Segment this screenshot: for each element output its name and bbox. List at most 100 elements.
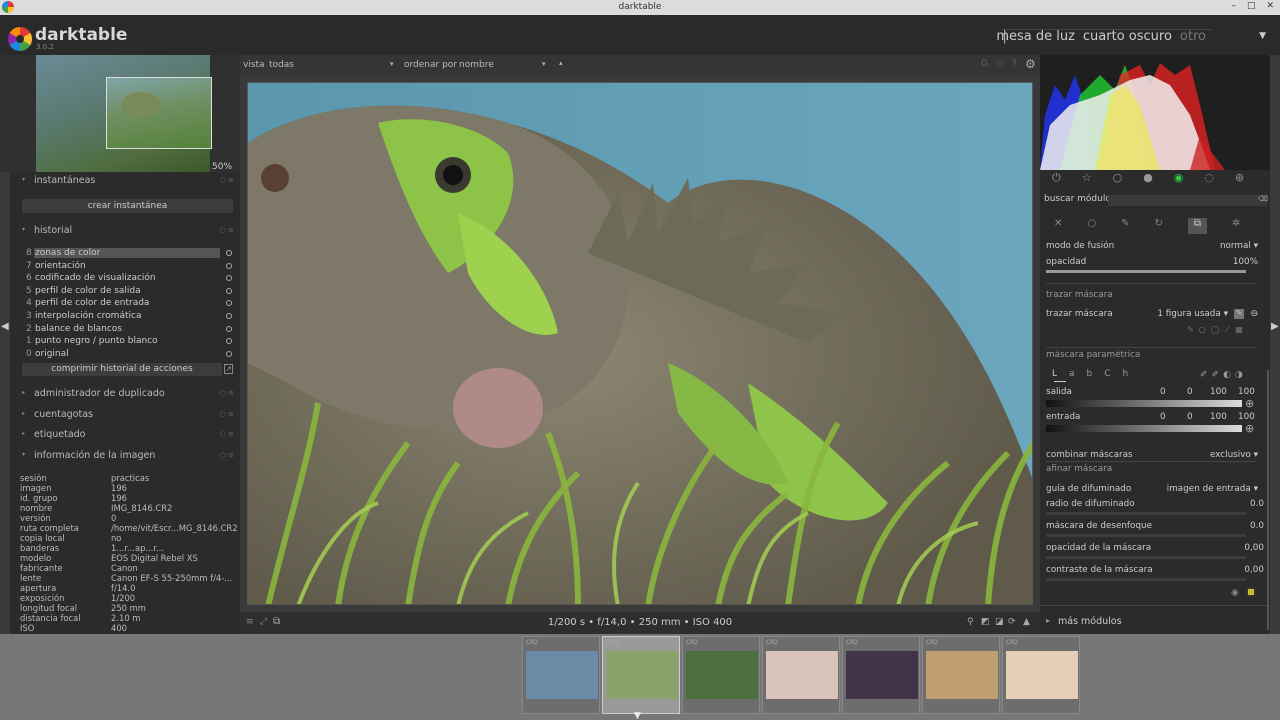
- filmstrip-thumbnail[interactable]: CR2: [922, 636, 1000, 714]
- combine-masks-value[interactable]: exclusivo ▾: [1210, 450, 1258, 460]
- navigation-viewport-rect[interactable]: [106, 77, 212, 149]
- blend-mode-row[interactable]: modo de fusión normal ▾: [1046, 241, 1258, 253]
- history-item[interactable]: 5 perfil de color de salida: [24, 285, 236, 297]
- reset-icon[interactable]: ○ ≡: [220, 430, 234, 438]
- sort-select[interactable]: nombre: [459, 60, 494, 70]
- clear-search-icon[interactable]: ⌫: [1258, 195, 1268, 203]
- refine-slider[interactable]: [1046, 534, 1246, 537]
- reset-icon[interactable]: ○ ≡: [220, 410, 234, 418]
- view-darkroom[interactable]: cuarto oscuro: [1083, 29, 1172, 44]
- compress-options-icon[interactable]: ↗: [224, 364, 233, 374]
- grouping-icon[interactable]: G: [981, 59, 988, 69]
- left-panel-toggle-icon[interactable]: ◀: [1, 321, 9, 332]
- favorite-icon[interactable]: ☆: [1082, 171, 1092, 191]
- view-other[interactable]: otro: [1180, 29, 1206, 44]
- drawn-mask-icon[interactable]: ✎: [1121, 218, 1129, 234]
- power-icon[interactable]: ⏻: [1052, 171, 1061, 191]
- history-item[interactable]: 2 balance de blancos: [24, 323, 236, 335]
- compress-history-button[interactable]: comprimir historial de acciones: [22, 363, 222, 376]
- parametric-mask-icon[interactable]: ↻: [1155, 218, 1163, 234]
- image-canvas[interactable]: [247, 82, 1033, 605]
- channel-tab-c[interactable]: C: [1104, 369, 1110, 379]
- refine-slider[interactable]: [1046, 556, 1246, 559]
- picker-tools[interactable]: ✐✐◐◑: [1200, 370, 1247, 380]
- effect-group-icon[interactable]: ⊛: [1235, 171, 1244, 191]
- show-mask-icon[interactable]: ✎: [1234, 309, 1244, 319]
- channel-tab-b[interactable]: b: [1087, 369, 1093, 379]
- reset-icon[interactable]: ○ ≡: [220, 389, 234, 397]
- refine-slider[interactable]: [1046, 512, 1246, 515]
- filmstrip-thumbnail[interactable]: CR2: [762, 636, 840, 714]
- feathering-guide-row[interactable]: guía de difuminado imagen de entrada ▾: [1046, 484, 1258, 496]
- history-item[interactable]: 6 codificado de visualización: [24, 272, 236, 284]
- refine-row[interactable]: radio de difuminado 0.0: [1046, 499, 1264, 511]
- raster-mask-icon[interactable]: ✲: [1232, 218, 1240, 234]
- navigation-preview[interactable]: [36, 55, 212, 172]
- filmstrip-thumbnail[interactable]: CR2: [522, 636, 600, 714]
- history-item[interactable]: 1 punto negro / punto blanco: [24, 335, 236, 347]
- overexposed-icon[interactable]: ▲: [1023, 617, 1030, 627]
- feathering-guide-value[interactable]: imagen de entrada ▾: [1167, 484, 1258, 494]
- refine-slider[interactable]: [1046, 578, 1246, 581]
- reset-icon[interactable]: ○ ≡: [220, 451, 234, 459]
- mask-indicator-icon[interactable]: [1246, 587, 1256, 597]
- drawn-mask-value[interactable]: 1 figura usada ▾: [1157, 309, 1228, 319]
- history-header[interactable]: ▾ historial ○ ≡: [10, 222, 240, 240]
- channel-tab-h[interactable]: h: [1123, 369, 1129, 379]
- output-gradient-slider[interactable]: [1046, 400, 1242, 407]
- filmstrip-thumbnail[interactable]: CR2: [842, 636, 920, 714]
- uniform-blend-icon[interactable]: ○: [1087, 218, 1096, 234]
- color-assessment-icon[interactable]: ⚲: [967, 617, 974, 627]
- opacity-row[interactable]: opacidad 100%: [1046, 257, 1258, 269]
- history-item[interactable]: 8 zonas de color: [24, 247, 236, 259]
- invert-output-icon[interactable]: ⊕: [1245, 397, 1254, 410]
- gear-icon[interactable]: ⚙: [1025, 57, 1036, 71]
- reset-icon[interactable]: ○ ≡: [220, 176, 234, 184]
- right-scrollbar[interactable]: [1267, 370, 1269, 630]
- star-icon[interactable]: ☆: [996, 59, 1004, 69]
- close-icon[interactable]: ✕: [1266, 1, 1274, 11]
- invert-input-icon[interactable]: ⊕: [1245, 422, 1254, 435]
- color-group-icon[interactable]: ◉: [1174, 171, 1184, 191]
- refine-row[interactable]: contraste de la máscara 0,00: [1046, 565, 1264, 577]
- create-snapshot-button[interactable]: crear instantánea: [22, 199, 233, 213]
- opacity-slider[interactable]: [1046, 270, 1246, 273]
- duplicates-header[interactable]: ▸ administrador de duplicado ○ ≡: [10, 385, 240, 403]
- drawn-parametric-mask-icon[interactable]: ⧉: [1187, 218, 1208, 234]
- histogram[interactable]: [1040, 55, 1270, 170]
- mask-off-icon[interactable]: ⊖: [1250, 309, 1258, 319]
- focus-peaking-icon[interactable]: ⟳: [1008, 617, 1016, 627]
- eye-icon[interactable]: ◉: [1231, 588, 1239, 598]
- help-icon[interactable]: ?: [1012, 59, 1017, 69]
- channel-tab-l[interactable]: L: [1052, 369, 1057, 379]
- navigation-zoom-level[interactable]: 50%: [212, 162, 232, 172]
- maximize-icon[interactable]: □: [1247, 1, 1256, 11]
- sort-order-icon[interactable]: ▴: [559, 59, 563, 67]
- tone-group-icon[interactable]: ●: [1143, 171, 1153, 191]
- history-item[interactable]: 7 orientación: [24, 260, 236, 272]
- filmstrip-thumbnail[interactable]: CR2: [682, 636, 760, 714]
- blend-off-icon[interactable]: ✕: [1054, 218, 1062, 234]
- basic-group-icon[interactable]: ○: [1113, 171, 1123, 191]
- input-gradient-slider[interactable]: [1046, 425, 1242, 432]
- history-item[interactable]: 0 original: [24, 348, 236, 360]
- more-modules-button[interactable]: más módulos: [1058, 616, 1122, 627]
- chevron-down-icon[interactable]: ▾: [542, 60, 546, 68]
- view-lighttable[interactable]: mesa de luz: [996, 29, 1075, 44]
- colorpicker-header[interactable]: ▸ cuentagotas ○ ≡: [10, 406, 240, 424]
- filmstrip-thumbnail[interactable]: CR2: [602, 636, 680, 714]
- blend-mode-value[interactable]: normal ▾: [1220, 241, 1258, 251]
- filmstrip-thumbnail[interactable]: CR2: [1002, 636, 1080, 714]
- correct-group-icon[interactable]: ◌: [1204, 171, 1214, 191]
- refine-row[interactable]: opacidad de la máscara 0,00: [1046, 543, 1264, 555]
- snapshots-header[interactable]: ▾ instantáneas ○ ≡: [10, 172, 240, 190]
- refine-row[interactable]: máscara de desenfoque 0.0: [1046, 521, 1264, 533]
- chevron-down-icon[interactable]: ▾: [390, 60, 394, 68]
- minimize-icon[interactable]: –: [1231, 1, 1236, 11]
- reset-icon[interactable]: ○ ≡: [220, 226, 234, 234]
- channel-tab-a[interactable]: a: [1069, 369, 1075, 379]
- gamut-check-icon[interactable]: ◪: [995, 617, 1004, 627]
- bottom-panel-toggle-icon[interactable]: ▼: [634, 711, 641, 720]
- history-item[interactable]: 3 interpolación cromática: [24, 310, 236, 322]
- softproof-icon[interactable]: ◩: [981, 617, 990, 627]
